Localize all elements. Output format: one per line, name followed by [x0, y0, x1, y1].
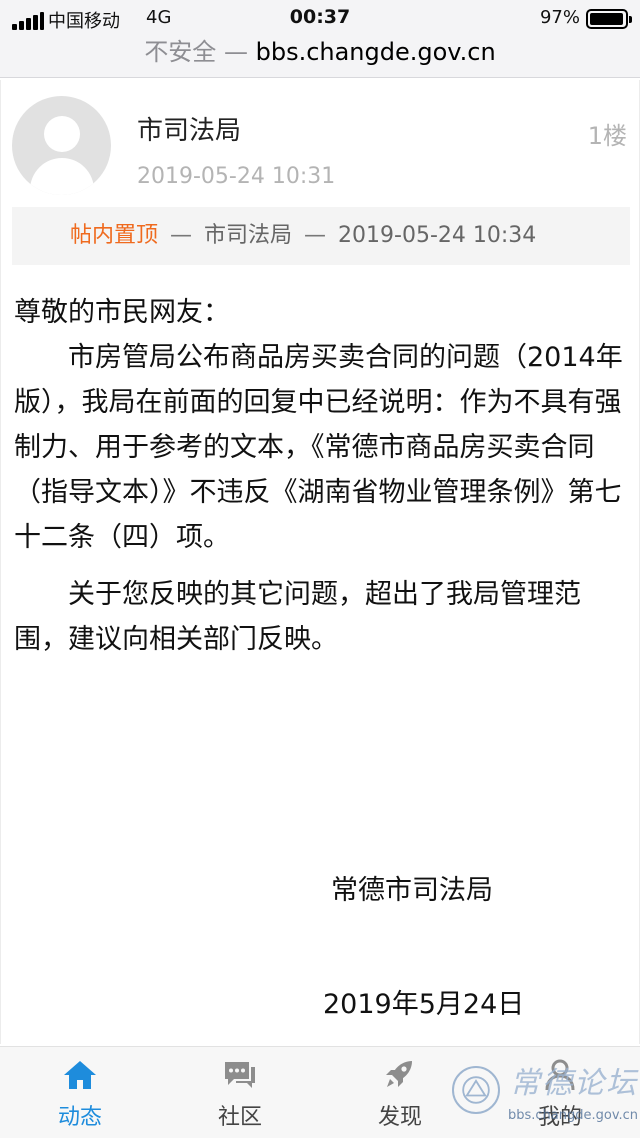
post-author[interactable]: 市司法局: [137, 110, 241, 147]
watermark-title: 常德论坛: [510, 1066, 638, 1101]
forum-seal-icon: [452, 1066, 500, 1114]
battery-icon: [586, 9, 632, 29]
sticky-notice: 帖内置顶 — 市司法局 — 2019-05-24 10:34: [12, 207, 630, 265]
avatar[interactable]: [12, 96, 111, 195]
forum-watermark: 常德论坛 bbs.changde.gov.cn: [452, 1052, 638, 1136]
sticky-tag: 帖内置顶: [70, 223, 159, 248]
signature-name: 常德市司法局: [331, 875, 493, 906]
sticky-separator: —: [170, 223, 193, 248]
sticky-separator: —: [304, 223, 327, 248]
sticky-time: 2019-05-24 10:34: [338, 223, 537, 248]
paragraph: 市房管局公布商品房买卖合同的问题（2014年版），我局在前面的回复中已经说明：作…: [14, 342, 623, 553]
post-content: 尊敬的市民网友： 市房管局公布商品房买卖合同的问题（2014年版），我局在前面的…: [14, 290, 626, 662]
rocket-icon: [386, 1061, 412, 1087]
battery-percent: 97%: [539, 7, 580, 28]
status-bar: 中国移动 4G 00:37 97%: [0, 0, 640, 40]
url-domain: bbs.changde.gov.cn: [255, 38, 496, 66]
battery-fill: [590, 13, 623, 25]
chat-icon: [225, 1062, 255, 1088]
tab-community[interactable]: 社区: [160, 1047, 320, 1138]
tab-feed[interactable]: 动态: [0, 1047, 160, 1138]
home-icon: [64, 1061, 96, 1089]
post-card: 市司法局 1楼 2019-05-24 10:31 帖内置顶 — 市司法局 — 2019-…: [0, 80, 640, 1044]
floor-number: 1楼: [587, 122, 627, 150]
security-indicator: 不安全 —: [144, 38, 248, 66]
signature-date: 2019年5月24日: [323, 989, 525, 1020]
watermark-url: bbs.changde.gov.cn: [508, 1108, 639, 1123]
tab-label: 动态: [57, 1105, 102, 1130]
greeting: 尊敬的市民网友：: [14, 297, 230, 328]
sticky-by: 市司法局: [204, 223, 293, 248]
address-bar[interactable]: 不安全 — bbs.changde.gov.cn: [0, 40, 640, 78]
tab-label: 社区: [217, 1105, 262, 1130]
post-time: 2019-05-24 10:31: [137, 164, 336, 189]
paragraph: 关于您反映的其它问题，超出了我局管理范围，建议向相关部门反映。: [14, 579, 581, 655]
